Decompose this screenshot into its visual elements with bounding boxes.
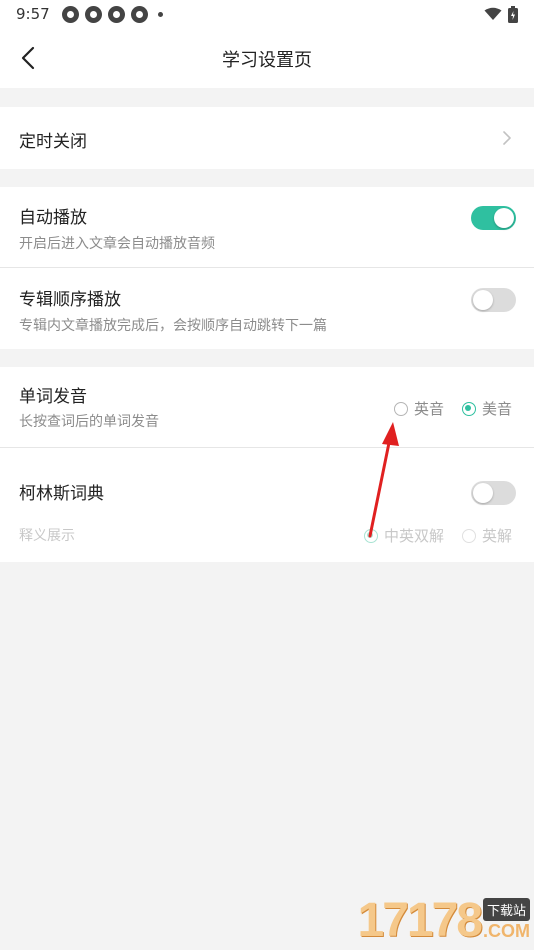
watermark-logo: 17178 下载站 .COM: [357, 893, 530, 948]
collins-title: 柯林斯词典: [19, 484, 104, 504]
toggle-knob: [473, 483, 493, 503]
radio-circle: [461, 528, 476, 543]
status-bar: 9:57: [0, 0, 534, 28]
watermark-suffix: .COM: [482, 921, 530, 941]
album-order-toggle[interactable]: [471, 288, 516, 312]
playback-section: 自动播放 开启后进入文章会自动播放音频 专辑顺序播放 专辑内文章播放完成后，会按…: [0, 187, 534, 349]
album-order-title: 专辑顺序播放: [19, 290, 121, 310]
app-icon: [61, 5, 79, 23]
radio-circle: [393, 401, 408, 416]
autoplay-subtitle: 开启后进入文章会自动播放音频: [19, 236, 215, 252]
notification-icons: [61, 5, 163, 23]
toggle-knob: [473, 290, 493, 310]
status-time: 9:57: [16, 5, 50, 23]
radio-english[interactable]: 英解: [461, 525, 512, 546]
autoplay-title: 自动播放: [19, 208, 87, 228]
radio-label: 美音: [481, 400, 512, 418]
toggle-knob: [494, 208, 514, 228]
pronunciation-subtitle: 长按查词后的单词发音: [19, 414, 159, 430]
radio-label: 英音: [413, 400, 444, 418]
page-title: 学习设置页: [222, 50, 312, 71]
divider: [0, 267, 534, 268]
collins-display-label: 释义展示: [19, 528, 75, 544]
radio-us[interactable]: 美音: [461, 398, 512, 419]
autoplay-toggle[interactable]: [471, 206, 516, 230]
app-icon: [107, 5, 125, 23]
annotation-arrow: [368, 422, 399, 538]
dictionary-section: 单词发音 长按查词后的单词发音 英音 美音 柯林斯词典 释义展示 中英双解 英解: [0, 367, 534, 562]
timer-row[interactable]: 定时关闭: [0, 107, 534, 169]
collins-toggle[interactable]: [471, 481, 516, 505]
radio-label: 英解: [481, 527, 512, 545]
battery-icon: [508, 5, 518, 23]
wifi-icon: [484, 7, 502, 20]
more-notifications-dot: [157, 11, 163, 17]
watermark-side: 下载站 .COM: [482, 898, 530, 942]
nav-bar: 学习设置页: [0, 28, 534, 88]
timer-title: 定时关闭: [19, 132, 87, 152]
radio-circle: [461, 401, 476, 416]
pronunciation-title: 单词发音: [19, 387, 87, 407]
pronunciation-options: 英音 美音: [393, 398, 512, 419]
chevron-right-icon: [503, 131, 511, 145]
app-icon: [130, 5, 148, 23]
radio-uk[interactable]: 英音: [393, 398, 444, 419]
album-order-subtitle: 专辑内文章播放完成后，会按顺序自动跳转下一篇: [19, 318, 327, 334]
divider: [0, 447, 534, 448]
watermark-digits: 17178: [357, 894, 483, 947]
watermark-badge: 下载站: [482, 898, 530, 921]
app-icon: [84, 5, 102, 23]
